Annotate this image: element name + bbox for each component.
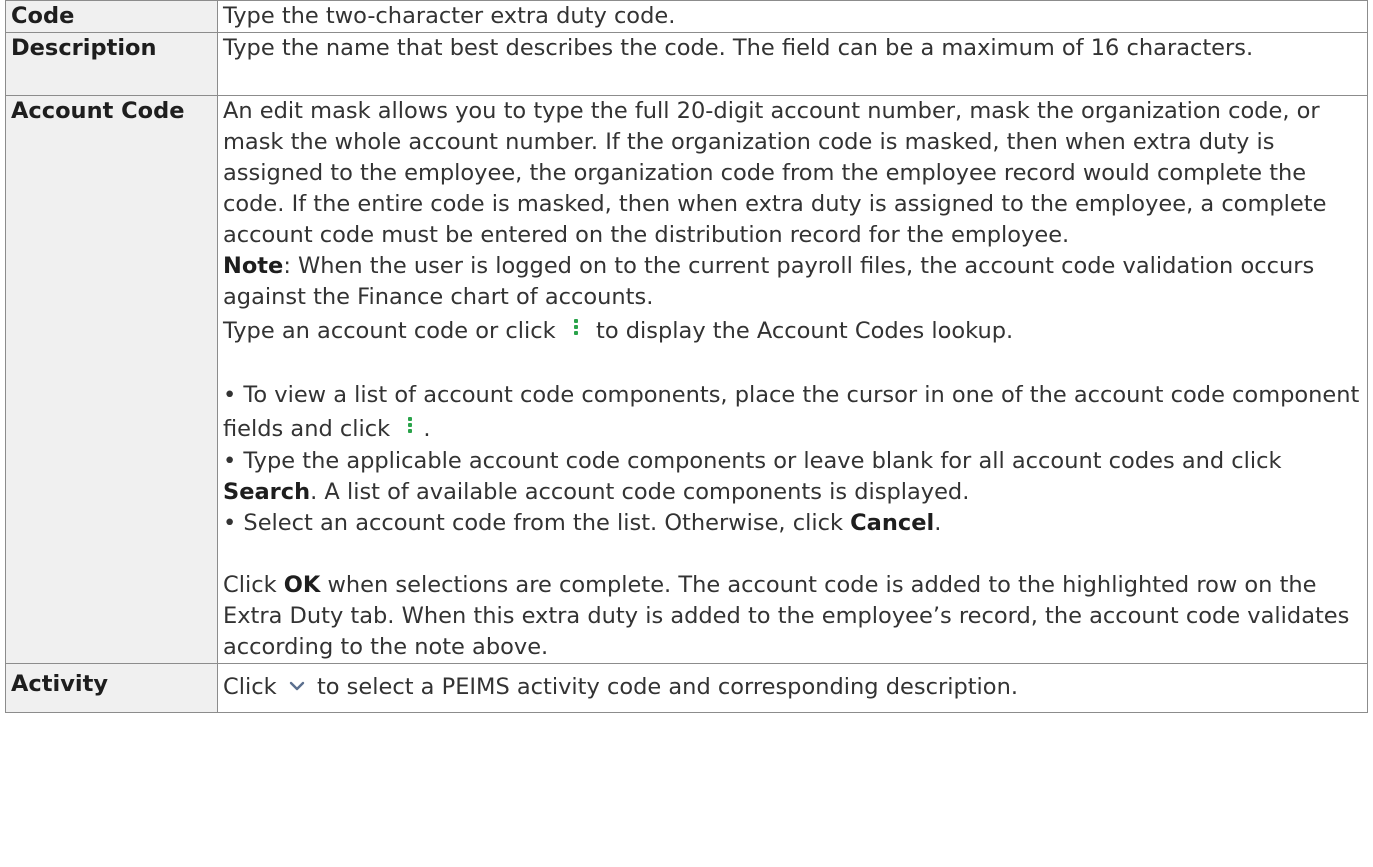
definition-description: Type the name that best describes the co… [217,32,1368,96]
bullet-type-components-start: • Type the applicable account code compo… [223,448,1282,474]
bullet-type-components: • Type the applicable account code compo… [223,446,1364,508]
table-row-description: Description Type the name that best desc… [5,32,1368,96]
table-row-code: Code Type the two-character extra duty c… [5,0,1368,33]
bullet-select-account-start: • Select an account code from the list. … [223,510,844,536]
final-instruction-end: when selections are complete. The accoun… [223,572,1350,660]
vertical-dots-lookup-icon [397,415,423,437]
lookup-instruction-end: to display the Account Codes lookup. [596,318,1014,344]
table-row-account-code: Account Code An edit mask allows you to … [5,95,1368,664]
term-code: Code [5,0,218,33]
vertical-dots-lookup-icon [563,317,589,339]
field-definitions-table: Code Type the two-character extra duty c… [5,0,1368,713]
bullet-view-components: • To view a list of account code compone… [223,378,1364,446]
final-instruction-start: Click [223,572,277,598]
definition-code: Type the two-character extra duty code. [217,0,1368,33]
account-code-note: Note: When the user is logged on to the … [223,251,1364,313]
chevron-down-icon [289,681,304,691]
account-code-intro: An edit mask allows you to type the full… [223,98,1327,248]
activity-text-start: Click [223,674,277,700]
note-text: : When the user is logged on to the curr… [223,253,1315,310]
bullet-view-components-end: . [423,416,431,442]
bullet-type-components-end: . A list of available account code compo… [310,479,970,505]
search-keyword: Search [223,479,311,505]
definition-account-code: An edit mask allows you to type the full… [217,95,1368,664]
note-label: Note [223,253,284,279]
ok-keyword: OK [283,572,321,598]
activity-text-end: to select a PEIMS activity code and corr… [316,674,1018,700]
table-row-activity: Activity Click to select a PEIMS activit… [5,663,1368,713]
term-activity: Activity [5,663,218,713]
definition-activity: Click to select a PEIMS activity code an… [217,663,1368,713]
bullet-select-account-end: . [934,510,942,536]
lookup-instruction: Type an account code or click to display… [223,316,1364,347]
cancel-keyword: Cancel [850,510,935,536]
term-account-code: Account Code [5,95,218,664]
bullet-view-components-text: • To view a list of account code compone… [223,382,1360,442]
final-instruction: Click OK when selections are complete. T… [223,570,1364,663]
lookup-instruction-start: Type an account code or click [223,318,556,344]
term-description: Description [5,32,218,96]
bullet-select-account: • Select an account code from the list. … [223,508,1364,539]
